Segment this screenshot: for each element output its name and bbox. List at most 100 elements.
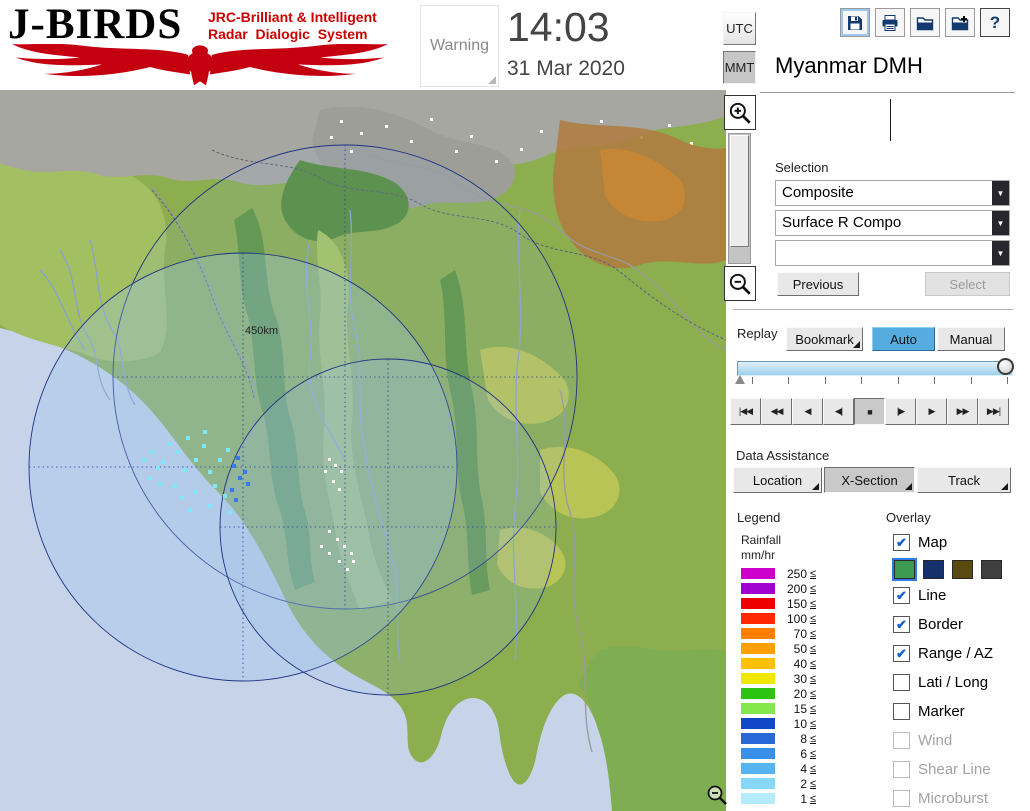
zoom-scrollbar-thumb[interactable] xyxy=(730,135,749,247)
composite-dropdown-value: Composite xyxy=(782,184,854,201)
playback-controls: |◀◀ ◀◀ ◀ ◀| ■ |▶ ▶ ▶▶ ▶▶| xyxy=(730,398,1009,425)
legend-value: 70 xyxy=(793,626,807,641)
export-button[interactable] xyxy=(945,8,975,37)
skip-to-end-button[interactable]: ▶▶| xyxy=(978,398,1009,425)
overlay-item-map[interactable]: ✔ Map xyxy=(893,528,1025,557)
shear-line-checkbox[interactable] xyxy=(893,761,910,778)
legend-suffix: ≤ xyxy=(810,582,817,595)
chevron-down-icon[interactable]: ▼ xyxy=(992,211,1009,235)
zoom-scrollbar[interactable] xyxy=(728,133,751,264)
map-style-swatch-4[interactable] xyxy=(981,559,1002,579)
print-button[interactable] xyxy=(875,8,905,37)
slider-tick xyxy=(934,377,936,384)
line-checkbox[interactable]: ✔ xyxy=(893,587,910,604)
legend-unit-rainfall: Rainfall xyxy=(741,533,782,547)
overlay-item-shear-line[interactable]: Shear Line xyxy=(893,755,1025,784)
skip-to-start-button[interactable]: |◀◀ xyxy=(730,398,761,425)
elevation-dropdown[interactable]: ▼ xyxy=(775,240,1010,266)
legend-color-swatch xyxy=(741,628,775,639)
legend-value: 8 xyxy=(800,731,807,746)
overlay-item-label: Shear Line xyxy=(918,761,991,778)
zoom-out-button[interactable] xyxy=(724,266,756,301)
step-backward-button[interactable]: ◀| xyxy=(823,398,854,425)
legend-suffix: ≤ xyxy=(810,642,817,655)
bookmark-button[interactable]: Bookmark xyxy=(786,327,863,351)
warning-status-box: Warning xyxy=(420,5,499,87)
legend-value: 2 xyxy=(800,776,807,791)
save-button[interactable] xyxy=(840,8,870,37)
x-section-button[interactable]: X-Section xyxy=(824,467,915,493)
overlay-item-marker[interactable]: Marker xyxy=(893,697,1025,726)
legend-row: 6 ≤ xyxy=(741,746,816,761)
overlay-item-line[interactable]: ✔ Line xyxy=(893,581,1025,610)
microburst-checkbox[interactable] xyxy=(893,790,910,807)
wind-checkbox[interactable] xyxy=(893,732,910,749)
fast-forward-button[interactable]: ▶▶ xyxy=(947,398,978,425)
open-file-button[interactable] xyxy=(910,8,940,37)
track-button[interactable]: Track xyxy=(917,467,1011,493)
help-button[interactable]: ? xyxy=(980,8,1010,37)
legend-color-swatch xyxy=(741,583,775,594)
manual-button[interactable]: Manual xyxy=(937,327,1005,351)
slider-position-marker xyxy=(735,375,745,384)
marker-checkbox[interactable] xyxy=(893,703,910,720)
utc-button[interactable]: UTC xyxy=(723,12,756,45)
magnifier-minus-icon xyxy=(707,785,727,805)
app-logo-title: J-BIRDS xyxy=(8,1,183,48)
play-button[interactable]: ▶ xyxy=(916,398,947,425)
overlay-item-microburst[interactable]: Microburst xyxy=(893,784,1025,811)
auto-button[interactable]: Auto xyxy=(872,327,935,351)
replay-seek-slider[interactable] xyxy=(737,358,1014,376)
legend-color-swatch xyxy=(741,718,775,729)
select-button[interactable]: Select xyxy=(925,272,1010,296)
composite-dropdown[interactable]: Composite ▼ xyxy=(775,180,1010,206)
location-button[interactable]: Location xyxy=(733,467,822,493)
fast-rewind-button[interactable]: ◀◀ xyxy=(761,398,792,425)
overlay-item-label: Lati / Long xyxy=(918,674,989,691)
chevron-down-icon[interactable]: ▼ xyxy=(992,241,1009,265)
overlay-item-range-az[interactable]: ✔ Range / AZ xyxy=(893,639,1025,668)
chevron-down-icon[interactable]: ▼ xyxy=(992,181,1009,205)
list-divider-line xyxy=(890,99,891,141)
map-style-swatch-2[interactable] xyxy=(923,559,944,579)
radar-map-area[interactable]: 450km xyxy=(0,90,726,811)
play-backward-button[interactable]: ◀ xyxy=(792,398,823,425)
map-zoom-out-corner-button[interactable] xyxy=(704,783,730,809)
legend-row: 2 ≤ xyxy=(741,776,816,791)
slider-handle[interactable] xyxy=(997,358,1014,375)
legend-row: 8 ≤ xyxy=(741,731,816,746)
question-mark-icon: ? xyxy=(989,12,1001,32)
overlay-item-lati-long[interactable]: Lati / Long xyxy=(893,668,1025,697)
previous-button[interactable]: Previous xyxy=(777,272,859,296)
folder-icon xyxy=(916,16,934,30)
zoom-in-button[interactable] xyxy=(724,95,756,130)
jbirds-app: J-BIRDS JRC-Brilliant & Intelligent Rada… xyxy=(0,0,1030,811)
product-dropdown[interactable]: Surface R Compo ▼ xyxy=(775,210,1010,236)
lati-long-checkbox[interactable] xyxy=(893,674,910,691)
border-checkbox[interactable]: ✔ xyxy=(893,616,910,633)
legend-row: 150 ≤ xyxy=(741,596,816,611)
overlay-item-border[interactable]: ✔ Border xyxy=(893,610,1025,639)
legend-color-swatch xyxy=(741,778,775,789)
range-az-checkbox[interactable]: ✔ xyxy=(893,645,910,662)
map-checkbox[interactable]: ✔ xyxy=(893,534,910,551)
product-list-box[interactable] xyxy=(765,96,1015,144)
step-forward-button[interactable]: |▶ xyxy=(885,398,916,425)
warning-label: Warning xyxy=(430,37,489,54)
legend-color-swatch xyxy=(741,643,775,654)
overlay-item-wind[interactable]: Wind xyxy=(893,726,1025,755)
legend-row: 50 ≤ xyxy=(741,641,816,656)
mmt-button[interactable]: MMT xyxy=(723,51,756,84)
stop-button[interactable]: ■ xyxy=(854,398,885,425)
legend-scale: 250 ≤200 ≤150 ≤100 ≤70 ≤50 ≤40 ≤30 ≤20 ≤15 ≤10 ≤8 ≤6… xyxy=(741,566,816,806)
app-logo-subtitle-2: Radar Dialogic System xyxy=(208,26,368,42)
map-style-swatch-1[interactable] xyxy=(892,557,917,581)
legend-color-swatch xyxy=(741,763,775,774)
radar-map-svg[interactable]: 450km xyxy=(0,90,726,811)
legend-value: 6 xyxy=(800,746,807,761)
replay-section-label: Replay xyxy=(737,326,778,341)
map-style-swatch-3[interactable] xyxy=(952,559,973,579)
overlay-section-label: Overlay xyxy=(886,510,931,525)
printer-icon xyxy=(882,14,898,31)
panel-divider xyxy=(733,309,1013,313)
